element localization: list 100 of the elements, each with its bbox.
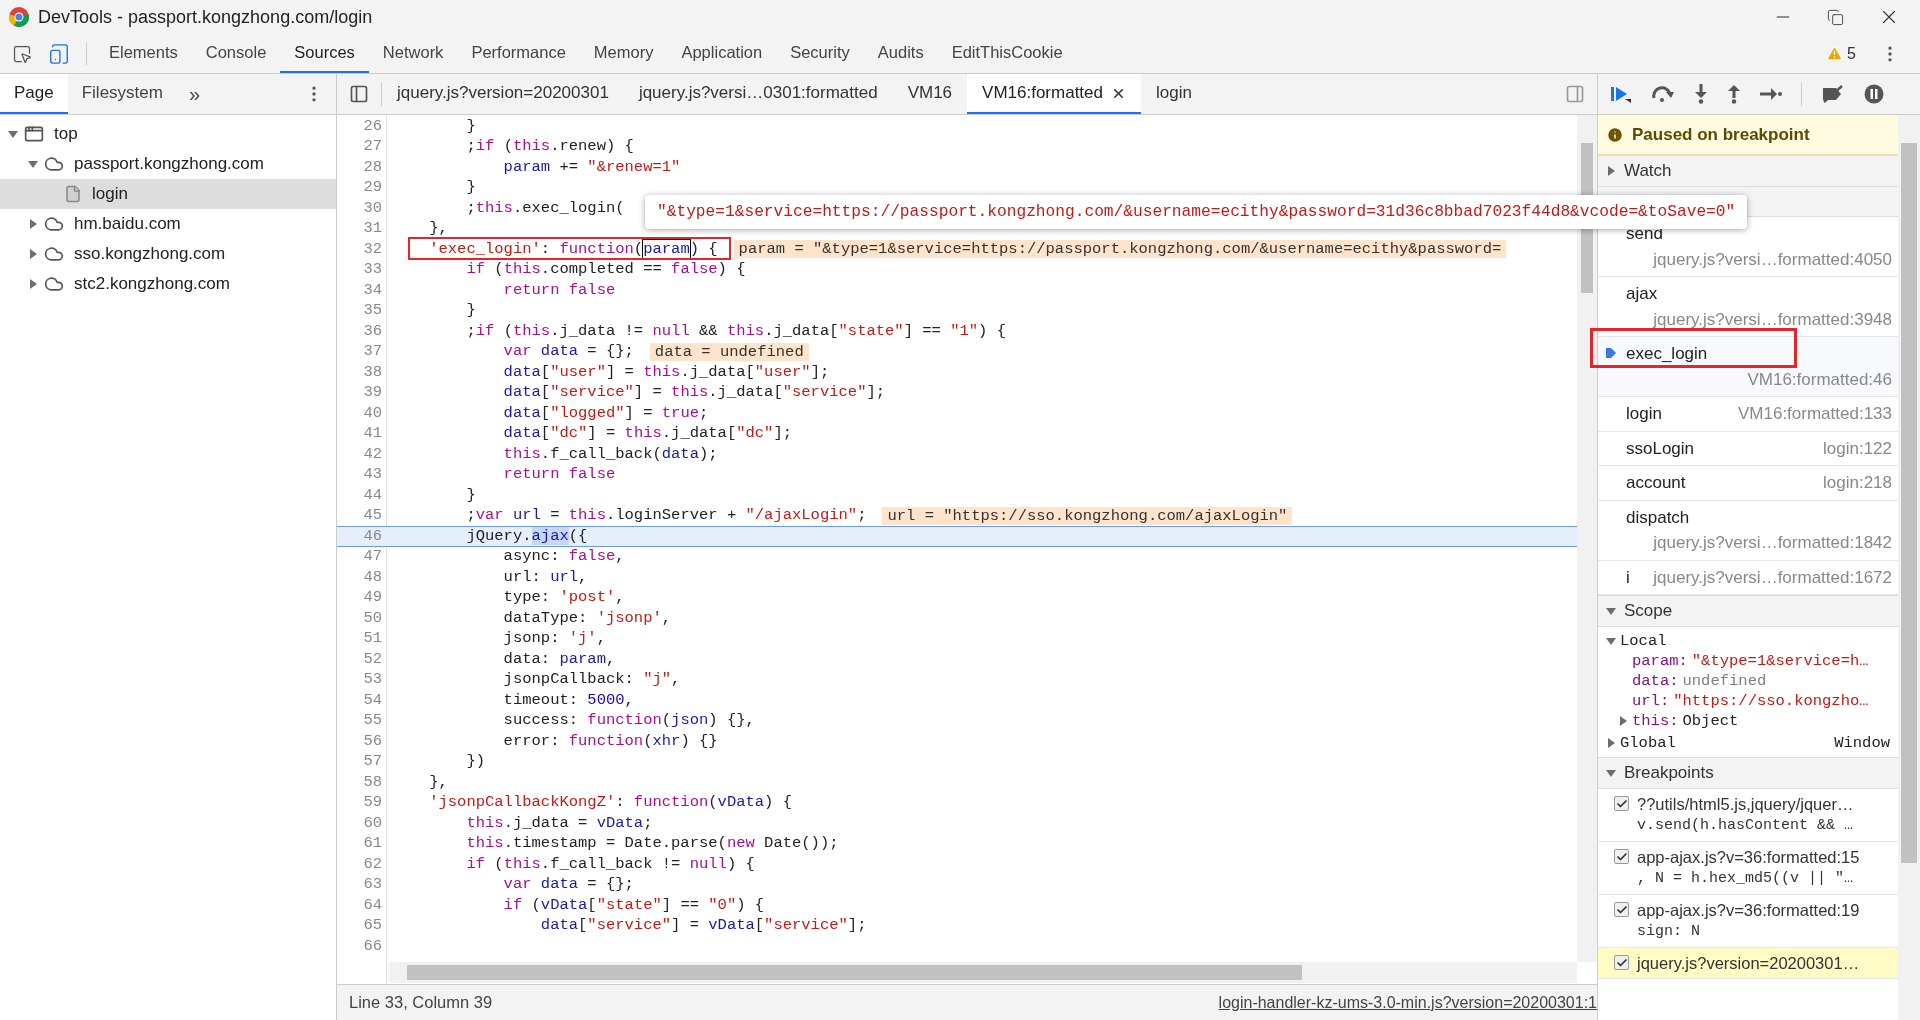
line-number: 43 bbox=[362, 464, 382, 486]
line-number: 47 bbox=[362, 546, 382, 568]
code-line: ;var url = this.loginServer + "/ajaxLogin"; bbox=[465, 505, 867, 527]
line-number: 30 bbox=[362, 197, 382, 219]
line-number: 63 bbox=[362, 874, 382, 896]
code-line: }, bbox=[428, 218, 448, 240]
line-number: 62 bbox=[362, 853, 382, 875]
paused-banner: Paused on breakpoint bbox=[1598, 115, 1898, 155]
frame-name: dispatch bbox=[1626, 506, 1690, 529]
line-number: 66 bbox=[362, 935, 382, 957]
variable-name: param: bbox=[1632, 651, 1688, 671]
code-line: 'exec_login': function(param) { bbox=[428, 238, 718, 260]
breakpoint-code: v.send(h.hasContent && … bbox=[1637, 816, 1854, 836]
code-line: error: function(xhr) {} bbox=[502, 730, 718, 752]
line-number: 33 bbox=[362, 259, 382, 281]
line-number: 39 bbox=[362, 382, 382, 404]
variable-name: this: bbox=[1632, 711, 1679, 731]
frame-location: login:218 bbox=[1823, 472, 1892, 494]
line-number: 60 bbox=[362, 812, 382, 834]
line-number: 32 bbox=[362, 238, 382, 260]
code-line: type: 'post', bbox=[502, 587, 625, 609]
variable-value: undefined bbox=[1682, 671, 1767, 691]
line-number: 29 bbox=[362, 177, 382, 199]
frame-name: ssoLogin bbox=[1626, 437, 1695, 460]
code-line: ;this.exec_login( bbox=[465, 197, 625, 219]
line-number: 64 bbox=[362, 894, 382, 916]
line-number: 57 bbox=[362, 751, 382, 773]
code-line: if (this.completed == false) { bbox=[465, 259, 746, 281]
code-line: url: url, bbox=[502, 566, 588, 588]
line-number: 50 bbox=[362, 607, 382, 629]
code-line: data["service"] = vData["service"]; bbox=[539, 915, 867, 937]
line-number: 28 bbox=[362, 156, 382, 178]
code-line: this.f_call_back(data); bbox=[502, 443, 718, 465]
inline-value: url = "https://sso.kongzhong.com/ajaxLogin" bbox=[882, 506, 1293, 525]
value-tooltip: "&type=1&service=https://passport.kongzhong.com/&username=ecithy&password=31d36c8bbad7023f44d8&vcode=&toSave=0" bbox=[645, 195, 1748, 229]
frame-name: exec_login bbox=[1626, 343, 1708, 365]
frame-name: i bbox=[1626, 566, 1630, 589]
line-number: 48 bbox=[362, 566, 382, 588]
code-line: data["logged"] = true; bbox=[502, 402, 709, 424]
code-line: data: param, bbox=[502, 648, 616, 670]
line-number: 37 bbox=[362, 341, 382, 363]
line-number: 35 bbox=[362, 300, 382, 322]
frame-location: jquery.js?versi…formatted:3948 bbox=[1653, 308, 1892, 331]
line-number: 52 bbox=[362, 648, 382, 670]
line-number: 40 bbox=[362, 402, 382, 424]
line-number: 53 bbox=[362, 669, 382, 691]
frame-location: VM16:formatted:46 bbox=[1746, 368, 1892, 391]
code-line: jsonpCallback: "j", bbox=[502, 669, 681, 691]
variable-value: "https://sso.kongzho… bbox=[1673, 691, 1869, 711]
inline-value: data = undefined bbox=[649, 342, 809, 361]
code-line: 'jsonpCallbackKongZ': function(vData) { bbox=[428, 792, 792, 814]
variable-name: url: bbox=[1632, 691, 1670, 711]
breakpoint-code: sign: N bbox=[1637, 922, 1701, 942]
line-number: 61 bbox=[362, 833, 382, 855]
line-number: 49 bbox=[362, 587, 382, 609]
line-number: 51 bbox=[362, 628, 382, 650]
line-number: 44 bbox=[362, 484, 382, 506]
frame-location: jquery.js?versi…formatted:4050 bbox=[1653, 248, 1892, 271]
code-line: data["dc"] = this.j_data["dc"]; bbox=[502, 423, 793, 445]
code-line: return false bbox=[502, 464, 616, 486]
line-number: 38 bbox=[362, 361, 382, 383]
line-number: 56 bbox=[362, 730, 382, 752]
code-line: } bbox=[465, 484, 476, 506]
window-title: DevTools - passport.kongzhong.com/login bbox=[38, 5, 373, 29]
code-line: var data = {}; bbox=[502, 874, 634, 896]
line-number: 46 bbox=[362, 525, 382, 547]
code-line: this.j_data = vData; bbox=[465, 812, 653, 834]
code-line: async: false, bbox=[502, 546, 625, 568]
line-number: 54 bbox=[362, 689, 382, 711]
breakpoint-location: app-ajax.js?v=36:formatted:19 bbox=[1637, 900, 1860, 921]
variable-value: "&type=1&service=h… bbox=[1691, 651, 1869, 671]
line-number: 31 bbox=[362, 218, 382, 240]
line-number: 58 bbox=[362, 771, 382, 793]
warning-count: 5 bbox=[1847, 43, 1856, 64]
code-line: timeout: 5000, bbox=[502, 689, 634, 711]
line-number: 27 bbox=[362, 136, 382, 158]
line-number: 42 bbox=[362, 443, 382, 465]
line-number: 55 bbox=[362, 710, 382, 732]
line-number: 65 bbox=[362, 915, 382, 937]
code-line: jQuery.ajax({ bbox=[465, 525, 588, 547]
line-number: 41 bbox=[362, 423, 382, 445]
code-line: } bbox=[465, 177, 476, 199]
code-line: dataType: 'jsonp', bbox=[502, 607, 672, 629]
code-line: } bbox=[465, 300, 476, 322]
code-line: data["user"] = this.j_data["user"]; bbox=[502, 361, 830, 383]
code-line: } bbox=[465, 115, 476, 137]
variable-name: data: bbox=[1632, 671, 1679, 691]
frame-name: login bbox=[1626, 403, 1662, 425]
inline-value: param = "&type=1&service=https://passport.kongzhong.com/&username=ecithy&password= bbox=[733, 240, 1507, 259]
code-line: ;if (this.renew) { bbox=[465, 136, 634, 158]
frame-location: jquery.js?versi…formatted:1672 bbox=[1653, 566, 1892, 589]
breakpoint-code: , N = h.hex_md5((v || "… bbox=[1637, 869, 1855, 889]
line-number: 59 bbox=[362, 792, 382, 814]
code-line: data["service"] = this.j_data["service"]; bbox=[502, 382, 886, 404]
code-line: }) bbox=[465, 751, 485, 773]
line-number: 36 bbox=[362, 320, 382, 342]
frame-location: jquery.js?versi…formatted:1842 bbox=[1653, 532, 1892, 554]
code-line: param += "&renew=1" bbox=[502, 156, 681, 178]
frame-location: VM16:formatted:133 bbox=[1737, 403, 1892, 425]
cursor-position: Line 33, Column 39 bbox=[349, 992, 493, 1014]
